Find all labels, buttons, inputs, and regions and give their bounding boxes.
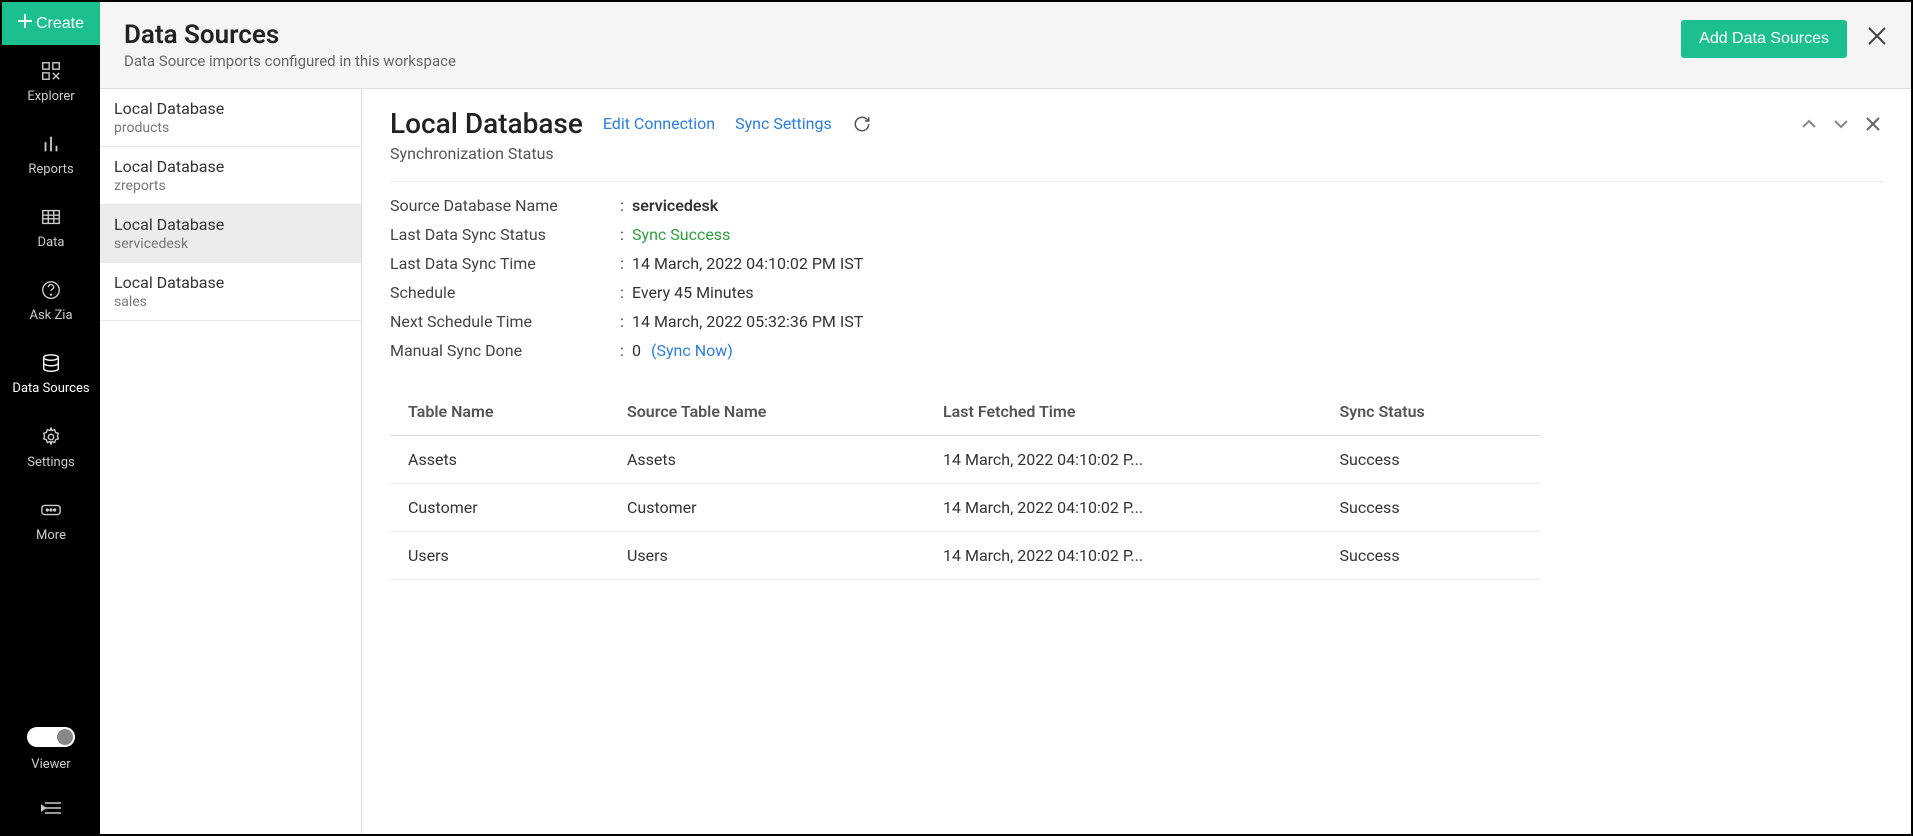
page-header: Data Sources Data Source imports configu…	[100, 2, 1911, 89]
chevron-up-icon[interactable]	[1799, 114, 1819, 134]
divider	[390, 181, 1883, 182]
info-label: Last Data Sync Status	[390, 225, 620, 244]
list-item-title: Local Database	[114, 157, 347, 176]
cell-source: Customer	[609, 484, 925, 532]
nav-item-more[interactable]: More	[2, 484, 100, 557]
detail-pane: Local Database Edit Connection Sync Sett…	[362, 89, 1911, 834]
nav-item-datasources[interactable]: Data Sources	[2, 337, 100, 411]
list-item-sub: sales	[114, 294, 347, 310]
nav-label: Data Sources	[12, 381, 89, 397]
cell-name: Assets	[390, 436, 609, 484]
nav-item-askzia[interactable]: Ask Zia	[2, 264, 100, 337]
datasource-list-item[interactable]: Local Database products	[100, 89, 361, 147]
nav-label: Settings	[27, 455, 74, 470]
nav-item-viewer[interactable]: Viewer	[2, 713, 100, 786]
plus-icon	[18, 14, 32, 33]
create-button[interactable]: Create	[2, 2, 100, 45]
page-subtitle: Data Source imports configured in this w…	[124, 52, 456, 70]
info-label: Manual Sync Done	[390, 341, 620, 360]
datasource-list-item[interactable]: Local Database sales	[100, 263, 361, 321]
add-data-sources-button[interactable]: Add Data Sources	[1681, 20, 1847, 58]
list-item-sub: zreports	[114, 178, 347, 194]
table-header: Table Name	[390, 388, 609, 436]
list-item-sub: servicedesk	[114, 236, 347, 252]
sync-settings-link[interactable]: Sync Settings	[735, 114, 832, 133]
close-icon[interactable]	[1867, 26, 1887, 52]
detail-subtitle: Synchronization Status	[390, 144, 1883, 163]
data-icon	[39, 205, 63, 229]
cell-source: Users	[609, 532, 925, 580]
nav-label: Explorer	[27, 89, 74, 104]
datasources-icon	[39, 351, 63, 375]
askzia-icon	[39, 278, 63, 302]
nav-label: More	[36, 528, 66, 543]
info-value-next-time: 14 March, 2022 05:32:36 PM IST	[632, 312, 863, 331]
sidebar-nav: Create Explorer Reports Data Ask Zia Dat…	[2, 2, 100, 834]
table-row[interactable]: Assets Assets 14 March, 2022 04:10:02 P.…	[390, 436, 1540, 484]
info-value-status: Sync Success	[632, 225, 730, 244]
info-value-source-db: servicedesk	[632, 196, 718, 215]
info-value-schedule: Every 45 Minutes	[632, 283, 754, 302]
info-label: Schedule	[390, 283, 620, 302]
list-item-sub: products	[114, 120, 347, 136]
cell-name: Customer	[390, 484, 609, 532]
nav-item-explorer[interactable]: Explorer	[2, 45, 100, 118]
table-header: Sync Status	[1322, 388, 1541, 436]
chevron-down-icon[interactable]	[1831, 114, 1851, 134]
viewer-toggle-icon[interactable]	[27, 727, 75, 747]
more-icon	[39, 498, 63, 522]
datasource-list-item[interactable]: Local Database servicedesk	[100, 205, 361, 263]
info-value-manual: 0	[632, 341, 641, 360]
collapse-icon	[41, 800, 61, 820]
info-value-last-time: 14 March, 2022 04:10:02 PM IST	[632, 254, 863, 273]
sync-now-link[interactable]: (Sync Now)	[651, 341, 733, 360]
cell-source: Assets	[609, 436, 925, 484]
datasource-list-item[interactable]: Local Database zreports	[100, 147, 361, 205]
nav-label: Ask Zia	[29, 308, 72, 323]
info-label: Next Schedule Time	[390, 312, 620, 331]
list-item-title: Local Database	[114, 273, 347, 292]
cell-time: 14 March, 2022 04:10:02 P...	[925, 436, 1321, 484]
cell-name: Users	[390, 532, 609, 580]
cell-status: Success	[1322, 484, 1541, 532]
gear-icon	[39, 425, 63, 449]
cell-time: 14 March, 2022 04:10:02 P...	[925, 532, 1321, 580]
edit-connection-link[interactable]: Edit Connection	[603, 114, 715, 133]
cell-status: Success	[1322, 436, 1541, 484]
list-item-title: Local Database	[114, 99, 347, 118]
table-row[interactable]: Users Users 14 March, 2022 04:10:02 P...…	[390, 532, 1540, 580]
list-item-title: Local Database	[114, 215, 347, 234]
create-label: Create	[36, 15, 84, 33]
detail-title: Local Database	[390, 107, 583, 140]
nav-item-data[interactable]: Data	[2, 191, 100, 264]
cell-status: Success	[1322, 532, 1541, 580]
nav-label: Data	[38, 235, 65, 250]
close-detail-icon[interactable]	[1863, 114, 1883, 134]
nav-item-settings[interactable]: Settings	[2, 411, 100, 484]
reports-icon	[39, 132, 63, 156]
cell-time: 14 March, 2022 04:10:02 P...	[925, 484, 1321, 532]
explorer-icon	[39, 59, 63, 83]
nav-label: Viewer	[31, 757, 70, 772]
datasource-list: Local Database products Local Database z…	[100, 89, 362, 834]
tables-sync-table: Table Name Source Table Name Last Fetche…	[390, 388, 1540, 580]
nav-item-reports[interactable]: Reports	[2, 118, 100, 191]
table-header: Source Table Name	[609, 388, 925, 436]
info-label: Last Data Sync Time	[390, 254, 620, 273]
page-title: Data Sources	[124, 20, 456, 50]
table-row[interactable]: Customer Customer 14 March, 2022 04:10:0…	[390, 484, 1540, 532]
refresh-icon[interactable]	[852, 114, 872, 134]
info-label: Source Database Name	[390, 196, 620, 215]
table-header: Last Fetched Time	[925, 388, 1321, 436]
nav-label: Reports	[28, 162, 73, 177]
collapse-sidebar-button[interactable]	[2, 786, 100, 834]
